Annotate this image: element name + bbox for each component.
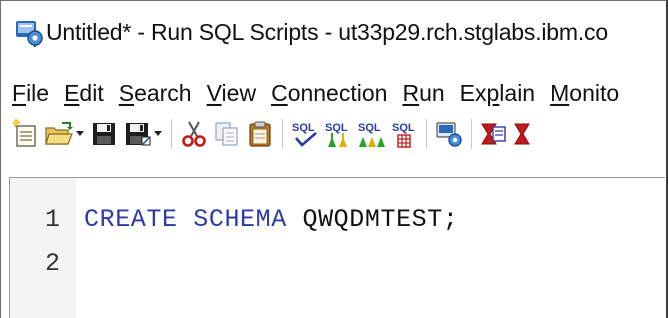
menu-run[interactable]: Run bbox=[402, 80, 444, 107]
line-number-gutter bbox=[10, 178, 76, 318]
menu-edit[interactable]: Edit bbox=[64, 80, 104, 107]
sql-identifier: QWQDMTEST; bbox=[302, 205, 459, 234]
window-title: Untitled* - Run SQL Scripts - ut33p29.rc… bbox=[46, 18, 608, 45]
run-from-selected-icon[interactable]: SQL bbox=[356, 119, 386, 149]
toolbar-separator bbox=[282, 119, 284, 149]
run-sql-scripts-app-icon bbox=[14, 17, 44, 47]
code-line[interactable]: CREATE SCHEMA QWQDMTEST; bbox=[84, 205, 459, 234]
save-icon[interactable] bbox=[89, 119, 119, 149]
menu-monito[interactable]: Monito bbox=[550, 80, 619, 107]
line-number: 2 bbox=[44, 249, 60, 278]
menu-view[interactable]: View bbox=[207, 80, 256, 107]
open-dropdown-arrow[interactable] bbox=[75, 119, 85, 149]
run-selected-icon[interactable]: SQL bbox=[389, 119, 419, 149]
svg-text:SQL: SQL bbox=[392, 122, 415, 134]
copy-icon[interactable] bbox=[212, 119, 242, 149]
toolbar-separator bbox=[171, 119, 173, 149]
toolbar: SQL SQL SQL SQL bbox=[1, 113, 666, 155]
sql-keyword: CREATE bbox=[84, 205, 178, 234]
svg-text:SQL: SQL bbox=[358, 122, 381, 134]
new-script-icon[interactable] bbox=[11, 119, 41, 149]
cut-icon[interactable] bbox=[179, 119, 209, 149]
menu-search[interactable]: Search bbox=[119, 80, 192, 107]
run-all-icon[interactable]: SQL bbox=[323, 119, 353, 149]
title-bar: Untitled* - Run SQL Scripts - ut33p29.rc… bbox=[1, 1, 666, 63]
save-dropdown-arrow[interactable] bbox=[153, 119, 163, 149]
visual-explain-icon-2[interactable] bbox=[512, 119, 542, 149]
menu-bar: File Edit Search View Connection Run Explain Mo… bbox=[1, 75, 666, 111]
open-folder-icon[interactable] bbox=[44, 119, 74, 149]
check-syntax-icon[interactable]: SQL bbox=[290, 119, 320, 149]
save-as-icon[interactable] bbox=[122, 119, 152, 149]
line-number: 1 bbox=[44, 205, 60, 234]
toolbar-separator bbox=[471, 119, 473, 149]
svg-text:SQL: SQL bbox=[292, 122, 315, 134]
menu-connection[interactable]: Connection bbox=[271, 80, 387, 107]
toolbar-separator bbox=[426, 119, 428, 149]
run-sql-scripts-window: Untitled* - Run SQL Scripts - ut33p29.rc… bbox=[0, 0, 668, 318]
svg-text:SQL: SQL bbox=[325, 122, 348, 134]
visual-explain-icon[interactable] bbox=[479, 119, 509, 149]
paste-icon[interactable] bbox=[245, 119, 275, 149]
menu-explain[interactable]: Explain bbox=[460, 80, 535, 107]
sql-keyword: SCHEMA bbox=[193, 205, 287, 234]
sql-editor[interactable]: 1 2 CREATE SCHEMA QWQDMTEST; bbox=[9, 177, 665, 318]
menu-file[interactable]: File bbox=[12, 80, 49, 107]
connection-settings-icon[interactable] bbox=[434, 119, 464, 149]
